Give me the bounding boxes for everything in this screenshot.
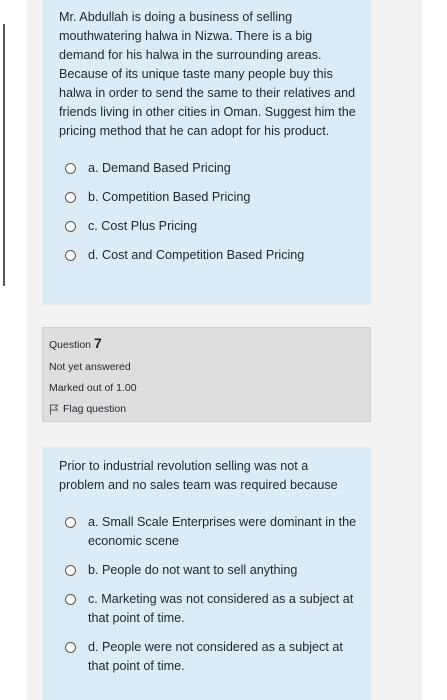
radio-button-icon[interactable]: [65, 565, 76, 576]
radio-button-icon[interactable]: [65, 517, 76, 528]
answer-label: d. Cost and Competition Based Pricing: [88, 248, 305, 262]
question-7-panel: Prior to industrial revolution selling w…: [42, 447, 371, 700]
radio-button-icon[interactable]: [65, 192, 76, 203]
answer-list: a. Small Scale Enterprises were dominant…: [59, 513, 357, 676]
question-number: Question 7: [49, 335, 364, 353]
flag-question-link[interactable]: Flag question: [49, 402, 364, 416]
question-6-panel: Mr. Abdullah is doing a business of sell…: [42, 0, 371, 305]
flag-icon[interactable]: [49, 404, 59, 415]
answer-label: a. Demand Based Pricing: [88, 161, 231, 175]
question-number-value: 7: [93, 335, 102, 351]
answer-label: b. Competition Based Pricing: [88, 190, 251, 204]
quiz-page: Mr. Abdullah is doing a business of sell…: [0, 0, 447, 700]
question-label: Question: [49, 339, 92, 351]
radio-button-icon[interactable]: [65, 221, 76, 232]
answer-list: a. Demand Based Pricing b. Competition B…: [59, 159, 357, 265]
answer-option-c[interactable]: c. Cost Plus Pricing: [59, 217, 357, 236]
answer-option-a[interactable]: a. Small Scale Enterprises were dominant…: [59, 513, 357, 551]
radio-button-icon[interactable]: [65, 250, 76, 261]
answer-option-c[interactable]: c. Marketing was not considered as a sub…: [59, 590, 357, 628]
radio-button-icon[interactable]: [65, 163, 76, 174]
answer-option-a[interactable]: a. Demand Based Pricing: [59, 159, 357, 178]
flag-label: Flag question: [63, 403, 127, 415]
answer-label: c. Marketing was not considered as a sub…: [88, 592, 354, 625]
answer-label: a. Small Scale Enterprises were dominant…: [88, 515, 357, 548]
answer-option-d[interactable]: d. People were not considered as a subje…: [59, 638, 357, 676]
answer-label: c. Cost Plus Pricing: [88, 219, 198, 233]
question-text: Prior to industrial revolution selling w…: [59, 459, 338, 492]
answer-option-b[interactable]: b. People do not want to sell anything: [59, 561, 357, 580]
radio-button-icon[interactable]: [65, 642, 76, 653]
answer-option-d[interactable]: d. Cost and Competition Based Pricing: [59, 246, 357, 265]
question-7-info-box: Question 7 Not yet answered Marked out o…: [42, 327, 371, 422]
marks-info: Marked out of 1.00: [49, 382, 137, 394]
answer-status: Not yet answered: [49, 361, 131, 373]
scrollbar[interactable]: [3, 24, 5, 286]
answer-option-b[interactable]: b. Competition Based Pricing: [59, 188, 357, 207]
answer-label: b. People do not want to sell anything: [88, 563, 298, 577]
question-text: Mr. Abdullah is doing a business of sell…: [59, 10, 356, 138]
radio-button-icon[interactable]: [65, 594, 76, 605]
answer-label: d. People were not considered as a subje…: [88, 640, 343, 673]
